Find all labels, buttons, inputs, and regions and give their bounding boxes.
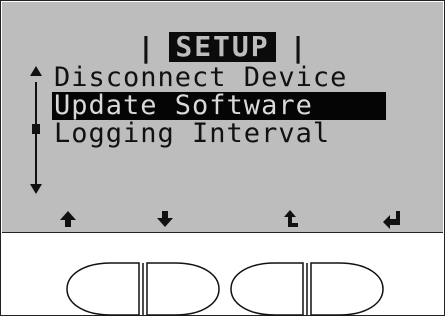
enter-icon [380,208,404,230]
button-enter[interactable] [227,261,387,317]
menu-item-update-software[interactable]: Update Software [52,92,386,120]
scroll-indicator [30,66,42,200]
menu-item-label: Logging Interval [54,118,331,149]
setup-menu: Disconnect Device Update Software Loggin… [52,64,432,148]
screen-title: SETUP [169,32,276,62]
hardware-buttons [1,261,444,317]
inverter-display-panel: | SETUP | Disconnect Device Update Softw… [0,0,445,316]
arrow-down-icon [153,208,177,230]
lcd-screen: | SETUP | Disconnect Device Update Softw… [2,2,443,233]
softkey-legend [2,208,443,230]
title-separator-right: | [289,30,308,64]
scroll-down-indicator-icon [30,184,42,194]
menu-item-label: Disconnect Device [54,62,348,93]
title-separator-left: | [137,30,156,64]
menu-item-disconnect-device[interactable]: Disconnect Device [52,64,432,92]
menu-item-logging-interval[interactable]: Logging Interval [52,120,432,148]
back-arrow-icon [278,208,302,230]
button-up[interactable] [63,261,223,317]
scroll-up-indicator-icon [30,66,42,76]
screen-header: | SETUP | [2,30,443,64]
scroll-position-marker [32,124,40,134]
arrow-up-icon [56,208,80,230]
menu-item-label: Update Software [54,90,313,121]
